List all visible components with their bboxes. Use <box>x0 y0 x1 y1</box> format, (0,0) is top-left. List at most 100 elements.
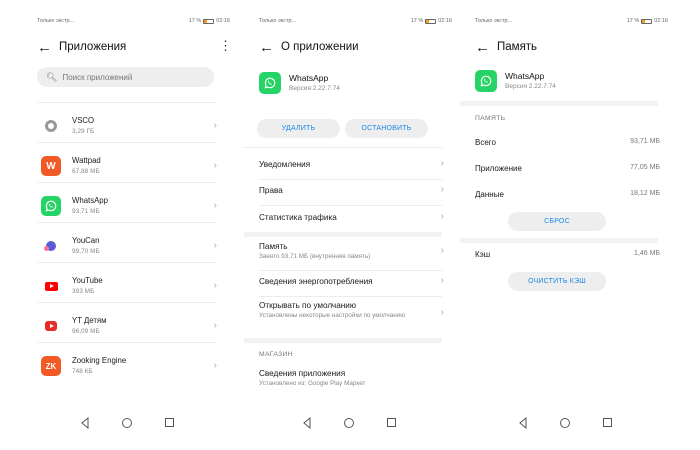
menu-item-label: Память <box>259 242 288 251</box>
list-divider <box>37 142 217 143</box>
battery-percent: 17 % <box>188 18 202 24</box>
chevron-right-icon: › <box>440 275 444 286</box>
app-size: 67,88 МБ <box>72 168 100 175</box>
chevron-right-icon: › <box>440 245 444 256</box>
nav-back-icon[interactable] <box>518 417 528 429</box>
total-label: Всего <box>475 138 496 147</box>
list-item-youtube[interactable]: YouTube 393 МБ › <box>37 270 217 310</box>
menu-item-subtitle: Занято 93,71 МБ (внутренняя память) <box>259 253 371 260</box>
storage-screen: Только экстр... 17 % 02:16 ← Память What… <box>460 0 680 450</box>
list-divider <box>37 182 217 183</box>
app-header: WhatsApp Версия 2.22.7.74 <box>259 72 449 98</box>
carrier-text: Только экстр... <box>259 18 297 24</box>
menu-item-subtitle: Установлены некоторые настройки по умолч… <box>259 312 405 319</box>
app-bar: ← О приложении <box>259 38 454 56</box>
nav-home-icon[interactable] <box>560 418 570 428</box>
nav-home-icon[interactable] <box>344 418 354 428</box>
vsco-icon <box>41 116 61 136</box>
section-separator <box>244 232 442 237</box>
more-options-icon[interactable]: ⋮ <box>219 39 232 52</box>
divider <box>244 147 442 148</box>
status-bar: Только экстр... 17 % 02:16 <box>259 16 452 26</box>
app-name: YouTube <box>72 276 103 285</box>
clear-cache-button[interactable]: ОЧИСТИТЬ КЭШ <box>508 272 606 291</box>
app-size: 99,70 МБ <box>72 248 100 255</box>
nav-recents-icon[interactable] <box>387 418 396 427</box>
list-item-zooking-engine[interactable]: ZK Zooking Engine 748 КБ › <box>37 350 217 390</box>
app-size: 96,09 МБ <box>72 328 100 335</box>
menu-item-notifications[interactable]: Уведомления › <box>259 158 444 176</box>
divider <box>259 205 442 206</box>
search-placeholder: Поиск приложений <box>62 72 133 82</box>
list-divider <box>37 262 217 263</box>
list-divider <box>37 222 217 223</box>
menu-item-traffic[interactable]: Статистика трафика › <box>259 211 444 229</box>
battery-icon <box>203 18 215 24</box>
chevron-right-icon: › <box>440 158 444 169</box>
app-size: 3,29 ГБ <box>72 128 95 135</box>
clock: 02:16 <box>438 18 452 24</box>
chevron-right-icon: › <box>213 280 217 291</box>
menu-item-permissions[interactable]: Права › <box>259 184 444 202</box>
app-name: VSCO <box>72 116 95 125</box>
app-size: 93,71 МБ <box>72 208 100 215</box>
battery-percent: 17 % <box>410 18 424 24</box>
nav-recents-icon[interactable] <box>603 418 612 427</box>
clear-data-button[interactable]: СБРОС <box>508 212 606 231</box>
chevron-right-icon: › <box>213 160 217 171</box>
status-bar: Только экстр... 17 % 02:16 <box>475 16 668 26</box>
chevron-right-icon: › <box>213 120 217 131</box>
menu-item-app-details[interactable]: Сведения приложения Установлено из: Goog… <box>259 369 444 393</box>
back-arrow-icon[interactable]: ← <box>475 40 497 55</box>
app-name: Wattpad <box>72 156 101 165</box>
page-title: О приложении <box>281 41 359 53</box>
menu-item-label: Сведения энергопотребления <box>259 277 373 286</box>
data-row: Данные 18,12 МБ <box>475 190 660 202</box>
cache-row: Кэш 1,46 МБ <box>475 250 660 262</box>
list-item-wattpad[interactable]: W Wattpad 67,88 МБ › <box>37 150 217 190</box>
app-name: WhatsApp <box>505 71 545 81</box>
app-bar: ← Приложения ⋮ <box>37 38 232 56</box>
data-label: Данные <box>475 190 504 199</box>
back-arrow-icon[interactable]: ← <box>37 40 59 55</box>
back-arrow-icon[interactable]: ← <box>259 40 281 55</box>
menu-item-open-by-default[interactable]: Открывать по умолчанию Установлены некот… <box>259 301 444 333</box>
list-item-youcan[interactable]: YouCan 99,70 МБ › <box>37 230 217 270</box>
force-stop-button[interactable]: ОСТАНОВИТЬ <box>345 119 428 138</box>
list-item-whatsapp[interactable]: WhatsApp 93,71 МБ › <box>37 190 217 230</box>
chevron-right-icon: › <box>440 211 444 222</box>
search-input[interactable]: 🔍︎ Поиск приложений <box>37 67 214 87</box>
wattpad-icon: W <box>41 156 61 176</box>
list-divider <box>37 302 217 303</box>
menu-item-label: Права <box>259 186 283 195</box>
chevron-right-icon: › <box>440 184 444 195</box>
nav-recents-icon[interactable] <box>165 418 174 427</box>
divider <box>259 270 442 271</box>
section-caption-memory: ПАМЯТЬ <box>475 115 506 122</box>
nav-home-icon[interactable] <box>122 418 132 428</box>
divider <box>259 296 442 297</box>
uninstall-button[interactable]: УДАЛИТЬ <box>257 119 340 138</box>
system-nav-bar <box>460 417 680 431</box>
list-item-yt-kids[interactable]: YT Детям 96,09 МБ › <box>37 310 217 350</box>
app-name: WhatsApp <box>289 73 329 83</box>
app-size: 748 КБ <box>72 368 93 375</box>
app-size-label: Приложение <box>475 164 522 173</box>
menu-item-energy[interactable]: Сведения энергопотребления › <box>259 275 444 293</box>
app-version: Версия 2.22.7.74 <box>505 83 556 90</box>
clock: 02:16 <box>654 18 668 24</box>
status-bar: Только экстр... 17 % 02:16 <box>37 16 230 26</box>
cache-label: Кэш <box>475 250 491 259</box>
app-version: Версия 2.22.7.74 <box>289 85 340 92</box>
app-size-row: Приложение 77,05 МБ <box>475 164 660 176</box>
data-value: 18,12 МБ <box>630 190 660 197</box>
menu-item-memory[interactable]: Память Занято 93,71 МБ (внутренняя памят… <box>259 242 444 266</box>
list-item-vsco[interactable]: VSCO 3,29 ГБ › <box>37 110 217 150</box>
search-icon: 🔍︎ <box>46 71 58 82</box>
nav-back-icon[interactable] <box>80 417 90 429</box>
page-title: Память <box>497 41 538 53</box>
total-row: Всего 93,71 МБ <box>475 138 660 150</box>
chevron-right-icon: › <box>213 240 217 251</box>
menu-item-label: Сведения приложения <box>259 369 346 378</box>
nav-back-icon[interactable] <box>302 417 312 429</box>
